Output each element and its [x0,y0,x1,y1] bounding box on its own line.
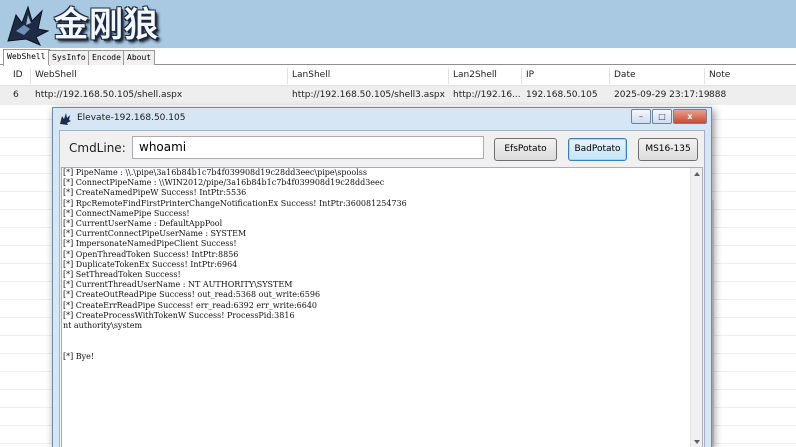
cell-note: 888 [709,90,727,100]
column-divider [30,68,31,84]
column-header-id[interactable]: ID [13,70,23,80]
column-header-webshell[interactable]: WebShell [35,70,77,80]
tab-about[interactable]: About [123,50,156,65]
column-header-lan2shell[interactable]: Lan2Shell [453,70,497,80]
scroll-down-icon[interactable] [694,440,700,444]
minimize-button[interactable]: – [631,109,651,124]
cell-lan2shell: http://192.16... [453,90,521,100]
dialog-title: Elevate-192.168.50.105 [77,113,186,123]
scroll-up-icon[interactable] [694,172,700,176]
dialog-client-area: CmdLine: whoami EfsPotato BadPotato MS16… [59,130,705,447]
wolf-logo-icon [7,5,50,46]
app-logo-text: 金刚狼 [54,5,159,45]
dialog-titlebar[interactable]: Elevate-192.168.50.105 – □ x [53,108,711,130]
column-divider [704,68,705,84]
maximize-button[interactable]: □ [652,109,672,124]
tab-bar: WebShell SysInfo Encode About [0,49,796,66]
column-divider [609,68,610,84]
badpotato-button[interactable]: BadPotato [568,138,627,161]
tab-webshell[interactable]: WebShell [3,49,50,66]
column-header-date[interactable]: Date [614,70,636,80]
column-divider [287,68,288,84]
output-text: [*] PipeName : \\.\pipe\3a16b84b1c7b4f03… [63,168,407,361]
cell-date: 2025-09-29 23:17:19 [614,90,710,100]
table-row[interactable]: 6 http://192.168.50.105/shell.aspx http:… [0,86,796,105]
cell-webshell: http://192.168.50.105/shell.aspx [35,90,183,100]
cell-id: 6 [13,90,19,100]
app-banner: 金刚狼 [0,0,796,48]
efspotato-button[interactable]: EfsPotato [494,138,557,161]
cmdline-input[interactable]: whoami [132,136,484,159]
column-divider [448,68,449,84]
output-textbox[interactable]: [*] PipeName : \\.\pipe\3a16b84b1c7b4f03… [61,167,703,447]
column-header-lanshell[interactable]: LanShell [292,70,330,80]
cell-lanshell: http://192.168.50.105/shell3.aspx [292,90,445,100]
output-scrollbar[interactable] [690,168,702,447]
grid-header: ID WebShell LanShell Lan2Shell IP Date N… [0,66,796,86]
ms16-135-button[interactable]: MS16-135 [638,138,698,161]
tab-sysinfo[interactable]: SysInfo [48,50,90,65]
column-header-note[interactable]: Note [709,70,730,80]
elevate-dialog: Elevate-192.168.50.105 – □ x CmdLine: wh… [52,107,712,447]
cmdline-label: CmdLine: [69,141,126,155]
close-button[interactable]: x [673,109,707,124]
column-divider [521,68,522,84]
tab-encode[interactable]: Encode [88,50,125,65]
app-logo: 金刚狼 [2,1,192,47]
wolf-icon [60,113,71,125]
cell-ip: 192.168.50.105 [526,90,598,100]
column-header-ip[interactable]: IP [526,70,534,80]
